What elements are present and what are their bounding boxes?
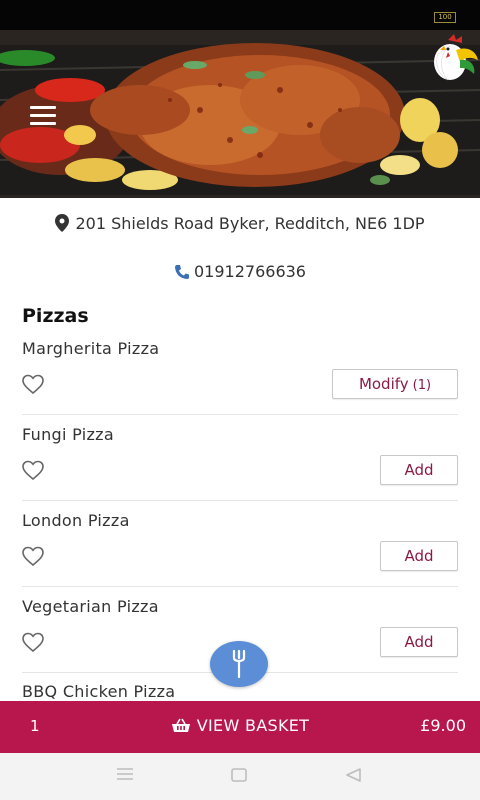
add-button[interactable]: Add xyxy=(380,455,458,485)
fork-icon xyxy=(232,649,246,679)
heart-icon[interactable] xyxy=(21,373,45,395)
item-name: Vegetarian Pizza xyxy=(22,597,159,616)
view-basket-label: VIEW BASKET xyxy=(196,716,310,735)
menu-item: London Pizza Add xyxy=(0,511,480,597)
item-name: Margherita Pizza xyxy=(22,339,160,358)
battery-indicator: 100 xyxy=(434,12,456,23)
divider xyxy=(22,586,458,587)
divider xyxy=(22,500,458,501)
menu-item: Margherita Pizza Modify (1) xyxy=(0,339,480,425)
menu-icon[interactable] xyxy=(28,106,58,128)
item-name: London Pizza xyxy=(22,511,130,530)
section-title: Pizzas xyxy=(22,305,89,327)
hero-image xyxy=(0,30,480,198)
phone-number[interactable]: 01912766636 xyxy=(194,262,306,281)
address-line: 201 Shields Road Byker, Redditch, NE6 1D… xyxy=(0,214,480,233)
item-count: (1) xyxy=(412,378,432,393)
status-bar: 100 xyxy=(0,0,480,30)
nav-home-icon[interactable] xyxy=(230,767,248,783)
location-pin-icon xyxy=(55,214,70,232)
logo-rooster xyxy=(434,34,478,81)
address-text: 201 Shields Road Byker, Redditch, NE6 1D… xyxy=(75,214,425,233)
add-button[interactable]: Add xyxy=(380,541,458,571)
system-nav-bar xyxy=(0,753,480,800)
fork-button[interactable] xyxy=(210,641,268,687)
modify-label: Modify xyxy=(358,375,409,393)
menu-item: Fungi Pizza Add xyxy=(0,425,480,511)
view-basket-bar[interactable]: 1 VIEW BASKET £9.00 xyxy=(0,701,480,753)
heart-icon[interactable] xyxy=(21,545,45,567)
nav-menu-icon[interactable] xyxy=(116,767,134,781)
basket-icon xyxy=(171,718,190,732)
phone-icon xyxy=(175,265,189,279)
heart-icon[interactable] xyxy=(21,631,45,653)
phone-line[interactable]: 01912766636 xyxy=(0,262,480,281)
item-name: Fungi Pizza xyxy=(22,425,114,444)
modify-button[interactable]: Modify (1) xyxy=(332,369,458,399)
basket-total: £9.00 xyxy=(420,716,466,735)
nav-back-icon[interactable] xyxy=(344,767,362,783)
heart-icon[interactable] xyxy=(21,459,45,481)
divider xyxy=(22,414,458,415)
view-basket-button[interactable]: VIEW BASKET xyxy=(0,716,480,735)
item-name: BBQ Chicken Pizza xyxy=(22,682,176,701)
add-button[interactable]: Add xyxy=(380,627,458,657)
